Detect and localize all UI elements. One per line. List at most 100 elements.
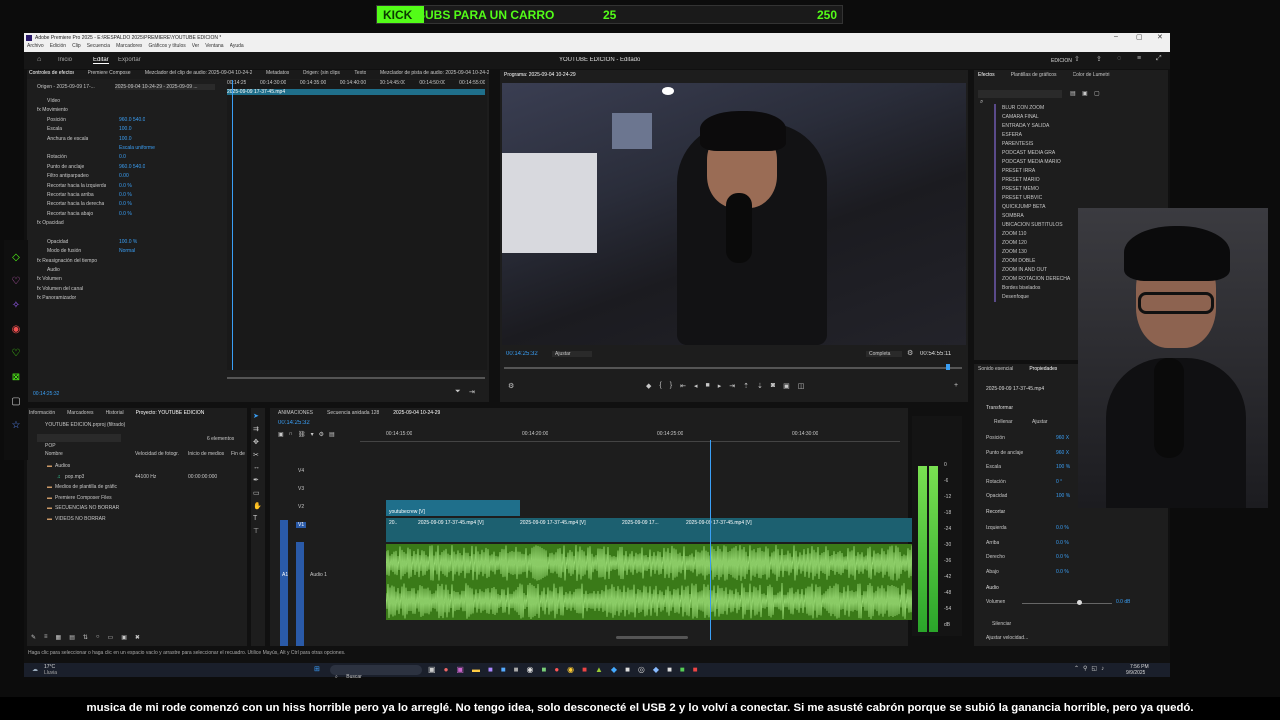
effect-row[interactable]: Modo de fusión Normal (33, 247, 223, 256)
tab-sequence-animaciones[interactable]: ANIMACIONES (278, 410, 313, 416)
effect-preset-item[interactable]: ENTRADA Y SALIDA (994, 122, 1164, 131)
program-scrubber[interactable] (504, 367, 962, 369)
app-icon[interactable]: ■ (582, 665, 587, 674)
eye-icon[interactable]: ◉ (12, 324, 21, 335)
effect-preset-item[interactable]: ESFERA (994, 131, 1164, 140)
step-back-icon[interactable]: ◂ (694, 382, 698, 390)
sequence-selector[interactable]: 2025-09-04 10-24-29 - 2025-09-09 ... (115, 84, 215, 90)
weather-icon[interactable]: ☁ (32, 666, 38, 673)
effect-row[interactable]: Escala 100.0 (33, 125, 223, 134)
effect-row-value[interactable]: 0.0 % (119, 211, 132, 217)
tab-editar[interactable]: Editar (93, 57, 109, 64)
workspace-label[interactable]: EDICIÓN (1051, 58, 1072, 64)
tab-metadata[interactable]: Metadatos (266, 70, 289, 79)
effect-preset-item[interactable]: PODCAST MEDIA MARIO (994, 158, 1164, 167)
effect-row[interactable]: Recortar hacia arriba 0.0 % (33, 191, 223, 200)
column-end[interactable]: Fin de (231, 451, 245, 457)
source-selector[interactable]: Origen - 2025-09-09 17-... (37, 84, 107, 90)
minimize-button[interactable]: – (1114, 33, 1118, 40)
kick-icon[interactable]: ⊠ (12, 372, 20, 383)
sort-icon[interactable]: ⇅ (83, 634, 88, 641)
effect-row[interactable]: fx Volumen del canal (33, 285, 223, 294)
property-row[interactable]: Abajo 0.0 % (986, 567, 1146, 582)
effect-preset-item[interactable]: PODCAST MEDIA GRA (994, 149, 1164, 158)
tab-effects[interactable]: Efectos (978, 72, 995, 78)
track-v1-label[interactable]: V1 (296, 522, 307, 528)
effect-row-value[interactable]: Escala uniforme (119, 145, 155, 151)
wrench-icon[interactable]: ⚙ (907, 349, 913, 357)
menu-item[interactable]: Secuencia (87, 43, 110, 52)
app-icon[interactable]: ■ (541, 665, 546, 674)
tab-lumetri[interactable]: Color de Lumetri (1073, 72, 1110, 78)
app-icon[interactable]: ■ (625, 665, 630, 674)
razor-tool-icon[interactable]: ✂ (253, 451, 262, 459)
effect-row-value[interactable]: 0.0 % (119, 192, 132, 198)
crop-section[interactable]: Recortar (986, 509, 1005, 515)
effect-preset-item[interactable]: CAMARA FINAL (994, 113, 1164, 122)
effect-preset-item[interactable]: BLUR CON ZOOM (994, 104, 1164, 113)
steam-icon[interactable]: ◎ (638, 665, 645, 674)
go-to-in-icon[interactable]: ⇤ (680, 382, 686, 390)
project-item[interactable]: ▬ Premiere Composer Files (33, 494, 247, 505)
tab-sequence-nested[interactable]: Secuencia anidada 128 (327, 410, 379, 416)
home-icon[interactable]: ⌂ (37, 56, 41, 63)
transform-section[interactable]: Transformar (986, 405, 1013, 411)
track-select-icon[interactable]: ⇉ (253, 425, 262, 433)
property-row[interactable]: Izquierda 0.0 % (986, 523, 1146, 538)
program-playhead[interactable] (946, 364, 950, 370)
taskbar-search[interactable]: ⌕ Buscar (330, 665, 422, 680)
tab-clip-mixer[interactable]: Mezclador del clip de audio: 2025-09-04 … (145, 70, 252, 79)
effect-row-value[interactable]: 960.0 540.0 (119, 164, 145, 170)
app-icon[interactable]: ■ (680, 665, 685, 674)
project-item[interactable]: ♫ pop.mp3 44100 Hz 00:00:00:000 (33, 473, 247, 484)
project-item[interactable]: ▬ Audios (33, 462, 247, 473)
tab-info[interactable]: Información (29, 410, 55, 416)
ec-scrollbar[interactable] (227, 377, 485, 379)
property-row[interactable]: Arriba 0.0 % (986, 538, 1146, 553)
v1-clip-label[interactable]: 2025-09-09 17-37-45.mp4 [V] (520, 520, 586, 526)
program-timecode[interactable]: 00:14:25:32 (506, 351, 538, 357)
effect-preset-item[interactable]: PRESET MEMO (994, 185, 1164, 194)
pen-tool-icon[interactable]: ✒ (253, 476, 262, 484)
effect-preset-item[interactable]: PRESET IRRA (994, 167, 1164, 176)
add-button-icon[interactable]: + (954, 382, 958, 389)
nest-icon[interactable]: ▣ (278, 431, 284, 438)
volume-slider[interactable] (1022, 603, 1112, 604)
mute-checkbox[interactable]: Silenciar (992, 621, 1011, 627)
effect-row[interactable]: Recortar hacia la derecha 0.0 % (33, 200, 223, 209)
effect-row-value[interactable]: 100.0 % (119, 239, 137, 245)
share-icon[interactable]: ⇧ (1074, 55, 1080, 63)
effect-row-value[interactable]: 0.0 (119, 154, 126, 160)
timeline-scrollbar[interactable] (616, 636, 688, 639)
effect-row[interactable]: fx Panoramizador (33, 294, 223, 303)
tab-graphics-templates[interactable]: Plantillas de gráficos (1011, 72, 1057, 78)
folder-icon[interactable]: ▬ (472, 665, 480, 674)
effect-row[interactable]: Recortar hacia la izquierda 0.0 % (33, 182, 223, 191)
track-v3-label[interactable]: V3 (298, 486, 304, 492)
tab-project[interactable]: Proyecto: YOUTUBE EDICION (136, 410, 205, 416)
effect-row-value[interactable]: 0.00 (119, 173, 129, 179)
heart-icon[interactable]: ♡ (12, 276, 21, 287)
premiere-icon[interactable]: ■ (488, 665, 493, 674)
tab-essential-sound[interactable]: Sonido esencial (978, 366, 1013, 372)
freeform-view-icon[interactable]: ▤ (69, 634, 75, 641)
menu-item[interactable]: Ventana (205, 43, 223, 52)
snap-icon[interactable]: ∩ (289, 431, 293, 438)
project-item[interactable]: ▬ VIDEOS NO BORRAR (33, 515, 247, 526)
effect-row[interactable]: fx Volumen (33, 275, 223, 284)
tab-exportar[interactable]: Exportar (118, 57, 141, 63)
effect-row-value[interactable]: 0.0 % (119, 183, 132, 189)
effect-row[interactable]: Filtro antiparpadeo 0.00 (33, 172, 223, 181)
effect-row[interactable]: Vídeo (33, 97, 223, 106)
menu-item[interactable]: Gráficos y títulos (148, 43, 185, 52)
project-item[interactable]: ▬ SECUENCIAS NO BORRAR (33, 504, 247, 515)
effect-preset-item[interactable]: PRESET MARIO (994, 176, 1164, 185)
caption-tool-icon[interactable]: ⊤ (253, 527, 262, 535)
effect-preset-item[interactable]: PRESET URBVIC (994, 194, 1164, 203)
play-icon[interactable]: ■ (705, 382, 709, 390)
menu-icon[interactable]: ≡ (1137, 55, 1141, 62)
new-item-icon[interactable]: ▣ (121, 634, 127, 641)
icon-view-icon[interactable]: ▦ (56, 634, 62, 641)
tab-properties[interactable]: Propiedades (1029, 366, 1057, 372)
effect-row[interactable]: Punto de anclaje 960.0 540.0 (33, 163, 223, 172)
